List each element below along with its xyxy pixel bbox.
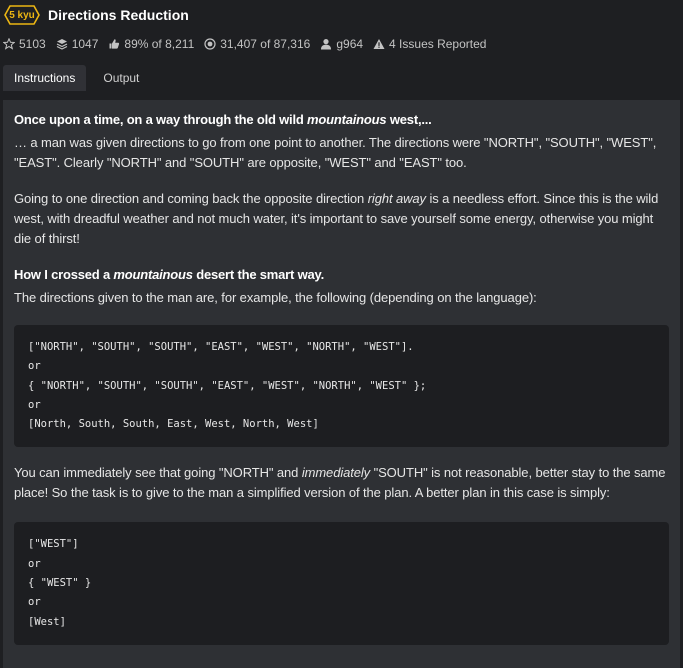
result-paragraph: You can immediately see that going "NORT… [14,465,666,501]
collections-stat[interactable]: 1047 [56,37,99,51]
kata-header: 5 kyu Directions Reduction [0,0,683,32]
completed-value: 31,407 of 87,316 [220,37,311,51]
warning-icon [373,38,385,50]
tab-output[interactable]: Output [92,65,150,91]
example-paragraph: The directions given to the man are, for… [14,290,537,305]
kata-title: Directions Reduction [48,7,189,23]
layers-icon [56,38,68,50]
stars-count: 5103 [19,37,46,51]
effort-paragraph: Going to one direction and coming back t… [14,191,659,246]
thumbs-icon [108,38,120,50]
user-icon [320,38,332,50]
rank-label: 5 kyu [9,9,35,21]
stats-bar: 5103 1047 89% of 8,211 31,407 of 87,316 … [3,37,496,51]
issues-stat[interactable]: 4 Issues Reported [373,37,486,51]
target-icon [204,38,216,50]
stars-stat[interactable]: 5103 [3,37,46,51]
section-heading: How I crossed a mountainous desert the s… [14,267,325,282]
star-icon [3,38,15,50]
author-stat[interactable]: g964 [320,37,363,51]
author-name: g964 [336,37,364,51]
intro-paragraph: … a man was given directions to go from … [14,135,657,170]
satisfaction-value: 89% of 8,211 [124,37,195,51]
completed-stat: 31,407 of 87,316 [204,37,310,51]
code-block-result: ["WEST"] or { "WEST" } or [West] [14,522,669,645]
tab-instructions[interactable]: Instructions [3,65,87,91]
rank-badge: 5 kyu [4,5,40,25]
issues-count: 4 Issues Reported [389,37,487,51]
instructions-panel: Once upon a time, on a way through the o… [3,100,680,668]
satisfaction-stat: 89% of 8,211 [108,37,194,51]
collections-count: 1047 [71,37,99,51]
code-block-example: ["NORTH", "SOUTH", "SOUTH", "EAST", "WES… [14,325,669,448]
intro-heading: Once upon a time, on a way through the o… [14,112,432,127]
tab-bar: Instructions Output [3,65,150,91]
